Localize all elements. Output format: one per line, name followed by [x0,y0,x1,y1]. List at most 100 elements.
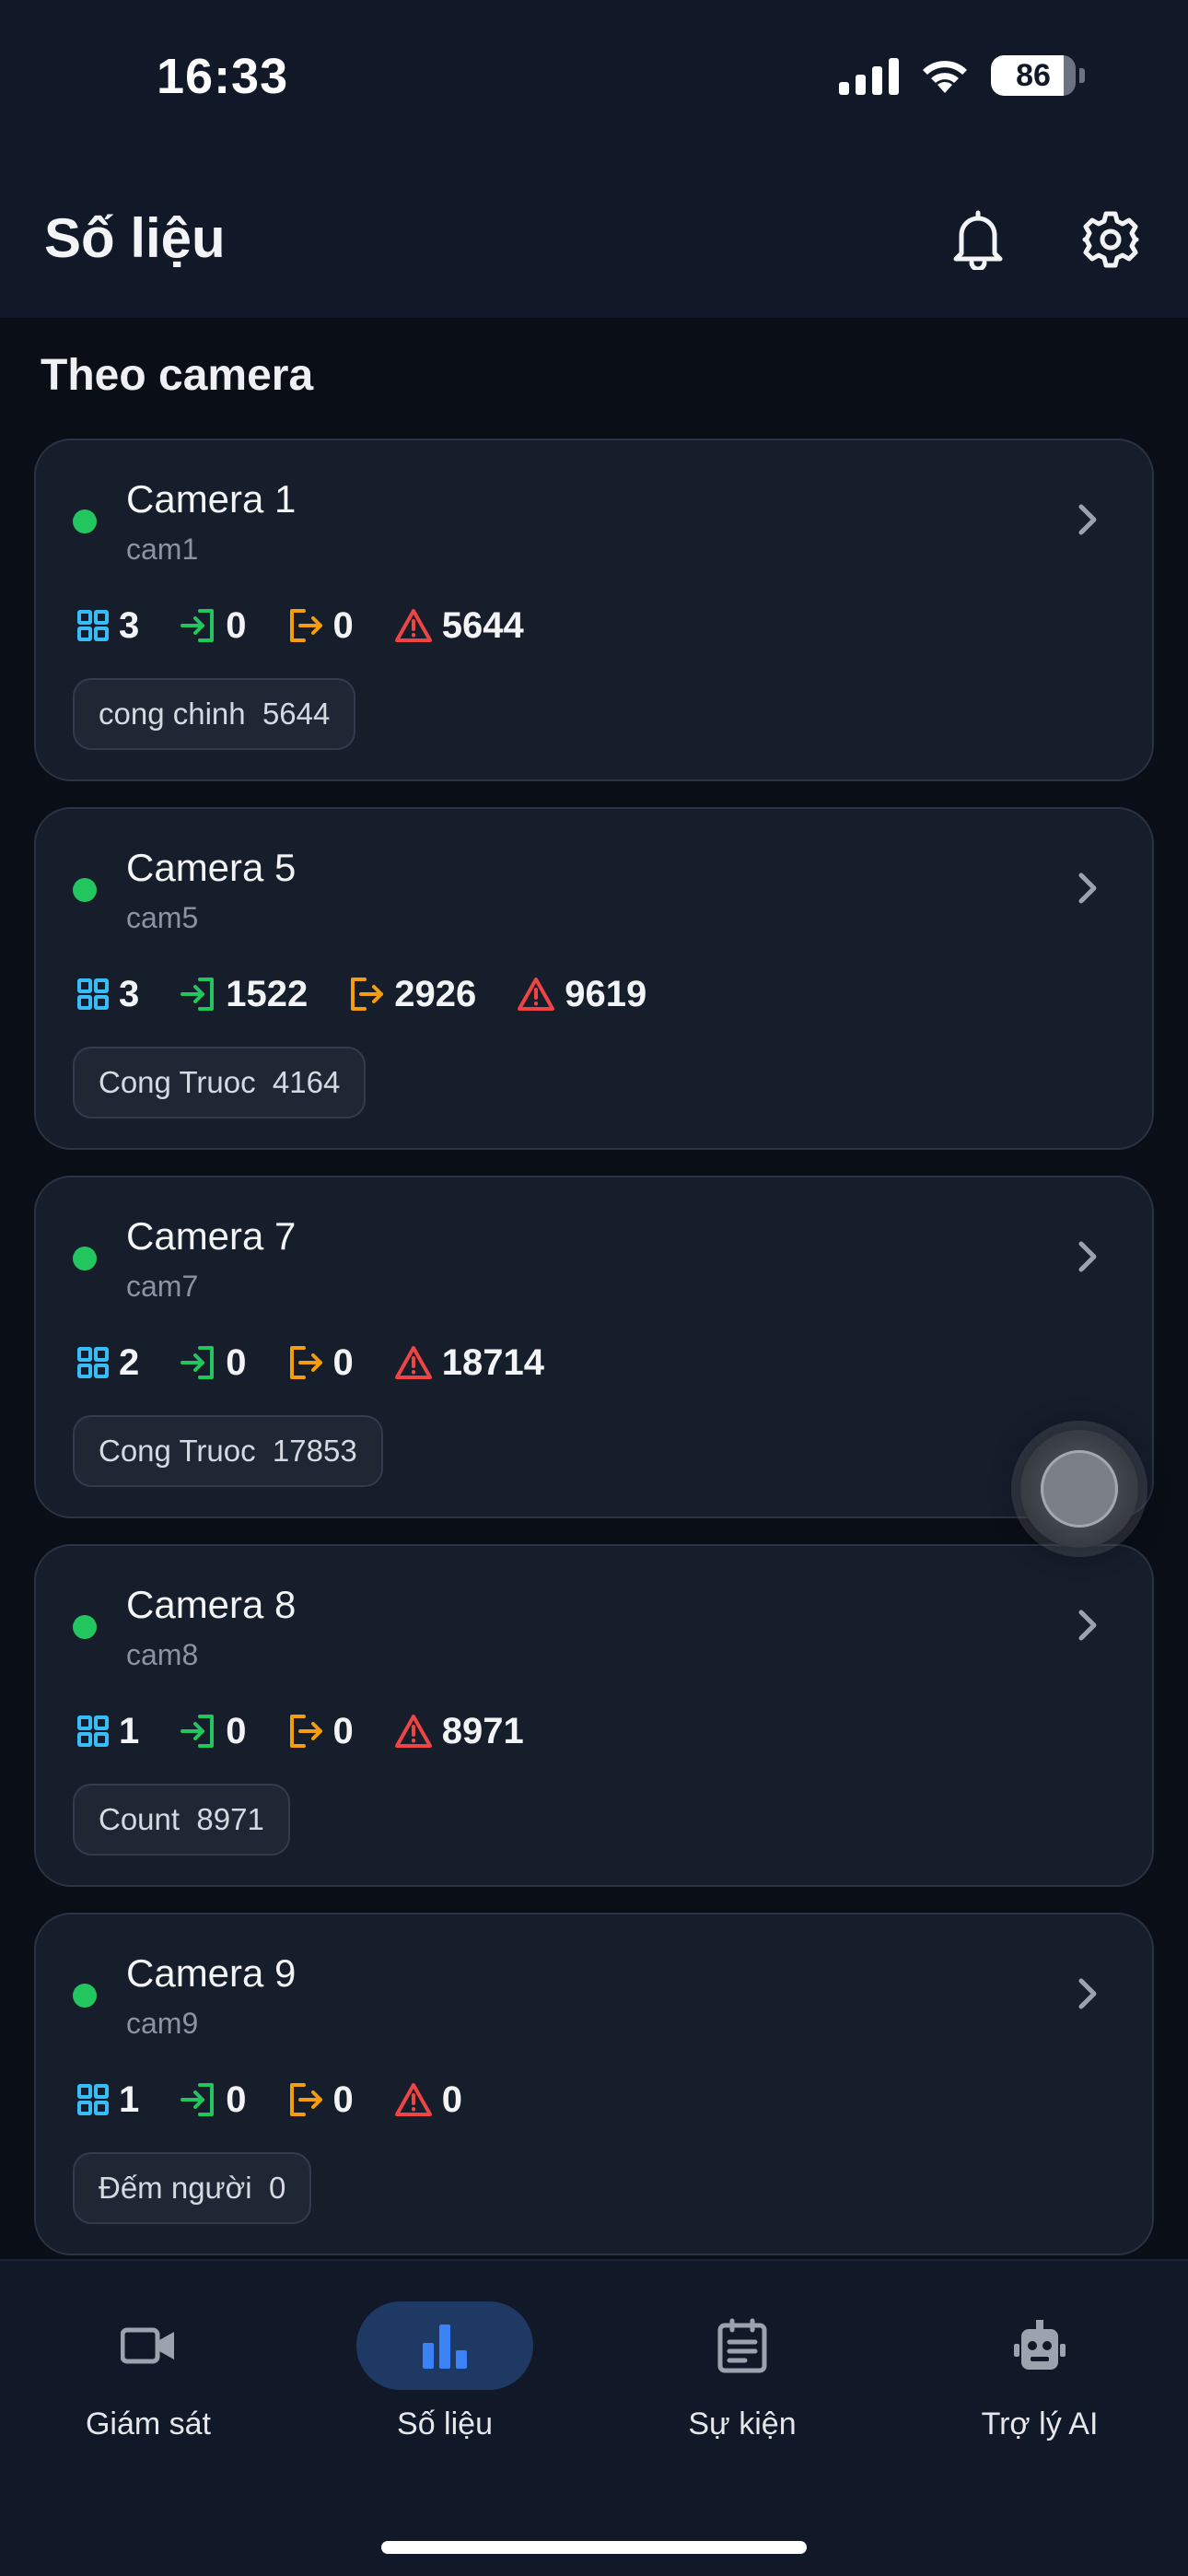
camera-id: cam7 [126,1270,199,1303]
alert-count: 5644 [441,604,524,646]
zone-tag[interactable]: Count 8971 [73,1784,290,1856]
entry-count: 0 [226,604,247,646]
camera-card-1[interactable]: Camera 1 cam1 3 0 0 5644 cong chinh 5644 [34,439,1154,781]
warning-icon [394,609,432,642]
zones-stat: 3 [76,605,139,647]
chevron-right-icon[interactable] [1069,1975,1106,2012]
online-status-dot [73,509,97,533]
camera-id: cam8 [126,1638,199,1671]
nav-item-so-lieu[interactable]: Số liệu [297,2261,593,2445]
zone-tag[interactable]: Cong Truoc 4164 [73,1047,367,1118]
exit-count: 0 [332,604,354,646]
exit-stat: 0 [287,1342,354,1384]
camera-stats: 3 1522 2926 9619 [76,971,687,1017]
page-title: Số liệu [44,207,226,269]
home-indicator [381,2541,807,2554]
chevron-right-icon[interactable] [1069,1238,1106,1275]
online-status-dot [73,1615,97,1639]
battery-nub [1079,68,1085,83]
entry-count: 1522 [226,973,309,1014]
exit-stat: 0 [287,1711,354,1752]
status-bar: 16:33 86 [0,0,1188,157]
zones-count: 3 [119,973,140,1014]
wifi-icon [923,61,967,93]
gear-icon [1082,211,1139,268]
alert-stat: 9619 [517,974,646,1015]
camera-card-5[interactable]: Camera 9 cam9 1 0 0 0 Đếm người 0 [34,1913,1154,2255]
exit-icon [289,1715,322,1748]
nav-label: Sự kiện [688,2406,797,2441]
camera-name: Camera 9 [126,1951,297,1995]
exit-count: 0 [332,1341,354,1383]
zones-stat: 3 [76,974,139,1015]
camera-name: Camera 1 [126,477,297,521]
alert-count: 8971 [441,1710,524,1751]
nav-icon-wrap [951,2301,1128,2390]
camera-stats: 2 0 0 18714 [76,1340,585,1386]
camera-name: Camera 8 [126,1583,297,1626]
camera-name: Camera 5 [126,846,297,889]
exit-icon [289,2083,322,2116]
camera-id: cam5 [126,901,199,934]
grid-icon [77,2084,109,2115]
warning-icon [394,2083,432,2116]
camera-card-3[interactable]: Camera 7 cam7 2 0 0 18714 Cong Truoc 178… [34,1176,1154,1518]
exit-stat: 0 [287,2079,354,2121]
zone-tag[interactable]: cong chinh 5644 [73,678,356,750]
alert-count: 0 [441,2078,462,2120]
alert-stat: 5644 [394,605,524,647]
entry-icon [181,1715,215,1748]
status-time: 16:33 [157,49,289,104]
warning-icon [394,1346,432,1379]
camera-card-4[interactable]: Camera 8 cam8 1 0 0 8971 Count 8971 [34,1544,1154,1887]
entry-icon [181,1346,215,1379]
chevron-right-icon[interactable] [1069,1607,1106,1644]
bar-chart-icon [423,2324,467,2369]
entry-stat: 0 [180,2078,247,2121]
zones-count: 1 [119,1710,140,1751]
chevron-right-icon[interactable] [1069,501,1106,538]
calendar-list-icon [717,2318,767,2373]
exit-count: 2926 [394,973,477,1014]
camera-id: cam9 [126,2007,199,2040]
camera-card-2[interactable]: Camera 5 cam5 3 1522 2926 9619 Cong Truo… [34,807,1154,1150]
settings-button[interactable] [1074,203,1147,276]
zones-stat: 2 [76,1342,139,1384]
nav-item-giam-sat[interactable]: Giám sát [0,2261,297,2445]
entry-stat: 1522 [180,974,308,1015]
online-status-dot [73,878,97,902]
camera-stats: 1 0 0 0 [76,2077,503,2123]
exit-icon [289,1346,322,1379]
entry-count: 0 [226,2078,247,2120]
battery-percent: 86 [1016,57,1051,93]
exit-stat: 2926 [348,974,476,1015]
grid-icon [77,610,109,641]
zone-tag[interactable]: Cong Truoc 17853 [73,1415,383,1487]
nav-label: Số liệu [397,2406,493,2441]
chevron-right-icon[interactable] [1069,870,1106,907]
entry-count: 0 [226,1341,247,1383]
alert-stat: 18714 [394,1342,544,1384]
exit-count: 0 [332,1710,354,1751]
nav-item-tro-ly-ai[interactable]: Trợ lý AI [891,2261,1188,2445]
nav-label: Giám sát [85,2406,212,2441]
exit-icon [289,609,322,642]
alert-count: 18714 [441,1341,544,1383]
zones-count: 2 [119,1341,140,1383]
camera-id: cam1 [126,533,199,566]
entry-icon [181,978,215,1011]
robot-icon [1014,2320,1066,2370]
zone-tag[interactable]: Đếm người 0 [73,2152,312,2224]
nav-item-su-kien[interactable]: Sự kiện [594,2261,891,2445]
notifications-button[interactable] [941,203,1015,276]
entry-count: 0 [226,1710,247,1751]
online-status-dot [73,1247,97,1270]
entry-stat: 0 [180,604,247,647]
camera-name: Camera 7 [126,1214,297,1258]
zones-stat: 1 [76,2079,139,2121]
cellular-signal-icon [839,56,899,95]
entry-icon [181,609,215,642]
assistive-touch-button[interactable] [1020,1430,1138,1548]
alert-count: 9619 [565,973,647,1014]
entry-stat: 0 [180,1341,247,1384]
